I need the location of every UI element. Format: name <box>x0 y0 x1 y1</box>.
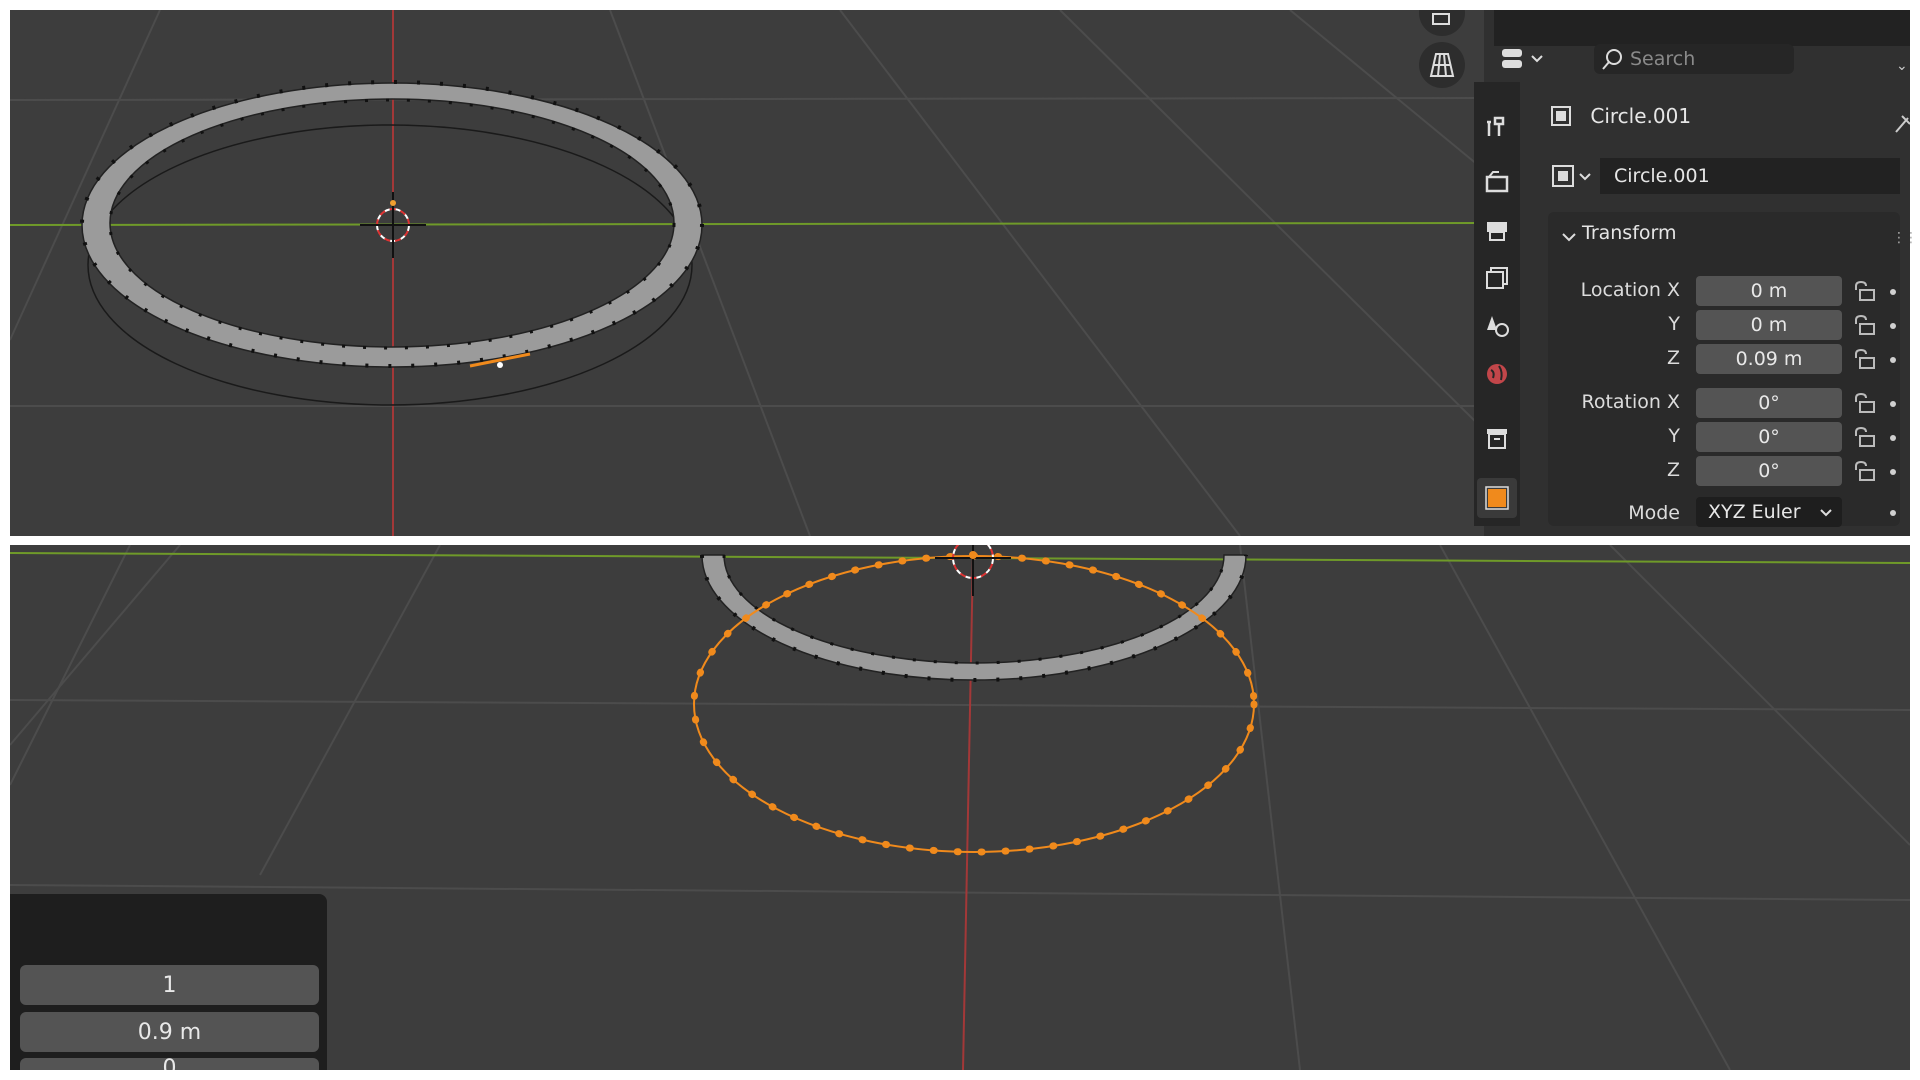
tab-scene[interactable] <box>1477 306 1517 346</box>
y-axis-line <box>10 222 1485 226</box>
keyframe-dot[interactable] <box>1890 323 1896 329</box>
search-input[interactable]: Search <box>1594 44 1794 74</box>
search-icon <box>1602 49 1622 70</box>
toggle-perspective-button[interactable] <box>1419 42 1465 88</box>
operator-field-3-value: 0 <box>163 1058 177 1070</box>
operator-field-2[interactable]: 0.9 m <box>20 1012 319 1052</box>
tab-view-layer[interactable] <box>1477 258 1517 298</box>
object-icon <box>1552 165 1591 187</box>
search-placeholder: Search <box>1630 48 1696 70</box>
object-type-dropdown[interactable] <box>1548 160 1598 192</box>
tab-output[interactable] <box>1477 210 1517 250</box>
lock-icon[interactable] <box>1852 280 1878 306</box>
location-z-field[interactable]: 0.09 m <box>1696 344 1842 374</box>
location-y-label: Y <box>1668 313 1680 335</box>
output-icon <box>1487 222 1507 241</box>
rotation-y-field[interactable]: 0° <box>1696 422 1842 452</box>
tab-world[interactable] <box>1477 354 1517 394</box>
location-z-label: Z <box>1666 347 1680 369</box>
keyframe-dot[interactable] <box>1890 401 1896 407</box>
scene-icon <box>1487 316 1509 337</box>
render-icon <box>1485 171 1509 193</box>
lock-icon[interactable] <box>1852 314 1878 340</box>
location-x-field[interactable]: 0 m <box>1696 276 1842 306</box>
lock-icon[interactable] <box>1852 348 1878 374</box>
tool-icon <box>1487 116 1505 136</box>
location-x-label: Location X <box>1580 279 1680 301</box>
object-name-label: Circle.001 <box>1590 103 1692 128</box>
camera-icon <box>1432 13 1450 25</box>
chevron-down-icon[interactable] <box>1560 228 1578 250</box>
pin-icon[interactable] <box>1892 112 1911 140</box>
world-icon <box>1487 364 1507 384</box>
editor-type-icon <box>1502 49 1543 68</box>
lock-icon[interactable] <box>1852 460 1878 486</box>
rotation-z-label: Z <box>1666 459 1680 481</box>
properties-tab-bar <box>1474 82 1520 526</box>
x-axis-line <box>962 554 974 1070</box>
floor-grid <box>10 10 1485 536</box>
properties-header-strip <box>1494 10 1910 46</box>
rotation-mode-select[interactable]: XYZ Euler <box>1696 497 1842 527</box>
operator-field-1[interactable]: 1 <box>20 965 319 1005</box>
operator-field-3[interactable]: 0 <box>20 1058 319 1070</box>
rotation-y-label: Y <box>1668 425 1680 447</box>
object-context-row: Circle.001 <box>1548 102 1691 129</box>
panel-title[interactable]: Transform <box>1582 222 1677 244</box>
tab-collection[interactable] <box>1477 418 1517 458</box>
adjust-last-operation-panel: 1 0.9 m 0 <box>10 894 327 1070</box>
tab-render[interactable] <box>1477 162 1517 202</box>
chevron-down-icon <box>1820 509 1832 517</box>
chevron-down-icon[interactable]: ⌄ <box>1896 58 1908 74</box>
collection-icon <box>1487 429 1507 449</box>
object-name-value: Circle.001 <box>1614 165 1710 187</box>
keyframe-dot[interactable] <box>1890 289 1896 295</box>
mode-label: Mode <box>1628 502 1680 524</box>
location-y-field[interactable]: 0 m <box>1696 310 1842 340</box>
tab-tool[interactable] <box>1477 106 1517 146</box>
lock-icon[interactable] <box>1852 392 1878 418</box>
editor-type-button[interactable] <box>1496 44 1550 74</box>
camera-view-button[interactable] <box>1419 10 1465 36</box>
keyframe-dot[interactable] <box>1890 357 1896 363</box>
chevron-down-icon <box>1531 55 1543 63</box>
object-name-field[interactable]: Circle.001 <box>1600 158 1900 194</box>
lock-icon[interactable] <box>1852 426 1878 452</box>
3d-cursor <box>360 192 426 258</box>
active-vertex <box>497 362 503 368</box>
rotation-x-label: Rotation X <box>1581 391 1680 413</box>
rotation-mode-value: XYZ Euler <box>1708 501 1801 523</box>
rotation-x-field[interactable]: 0° <box>1696 388 1842 418</box>
keyframe-dot[interactable] <box>1890 510 1896 516</box>
3d-cursor <box>935 545 1011 596</box>
grid-icon <box>1429 53 1455 77</box>
keyframe-dot[interactable] <box>1890 435 1896 441</box>
tab-object[interactable] <box>1477 478 1517 518</box>
drag-handle-icon[interactable]: ⋮⋮ <box>1892 230 1918 246</box>
view-layer-icon <box>1486 267 1508 289</box>
rotation-z-field[interactable]: 0° <box>1696 456 1842 486</box>
object-icon <box>1551 105 1571 126</box>
keyframe-dot[interactable] <box>1890 469 1896 475</box>
object-properties-icon <box>1485 486 1509 510</box>
